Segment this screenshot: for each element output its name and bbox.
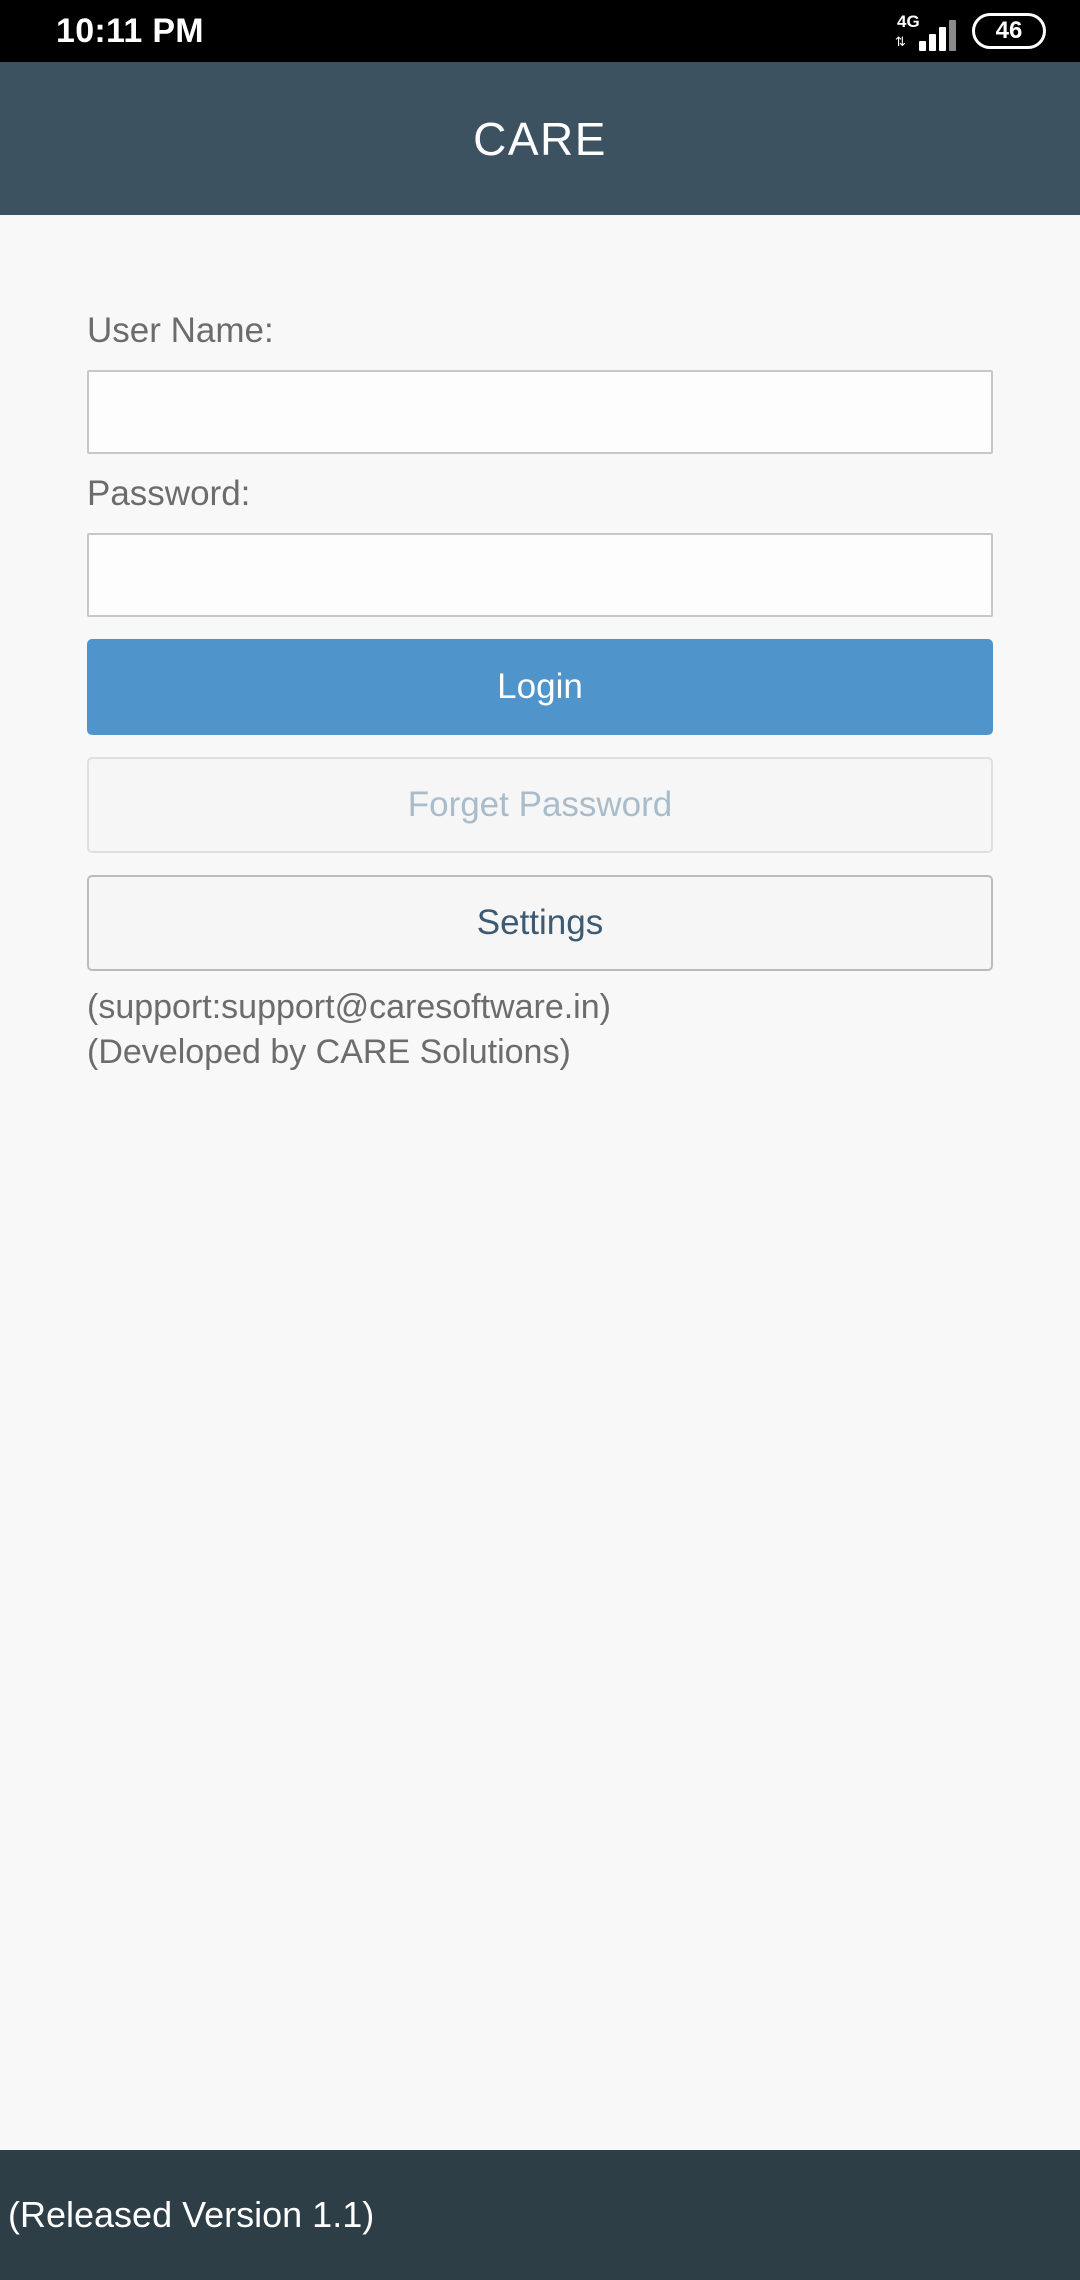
username-input[interactable] <box>87 370 993 454</box>
support-email-text: (support:support@caresoftware.in) <box>87 988 611 1026</box>
status-bar: 10:11 PM 4G ⇅ 46 <box>0 0 1080 62</box>
data-transfer-arrows-icon: ⇅ <box>895 34 906 49</box>
status-bar-clock: 10:11 PM <box>56 11 204 50</box>
battery-icon: 46 <box>972 13 1046 49</box>
login-button[interactable]: Login <box>87 639 993 735</box>
network-type-label: 4G <box>897 12 920 31</box>
login-form-container: User Name: Password: Login Forget Passwo… <box>0 215 1080 2150</box>
footer-bar: (Released Version 1.1) <box>0 2150 1080 2280</box>
forget-password-button[interactable]: Forget Password <box>87 757 993 853</box>
developer-credit-text: (Developed by CARE Solutions) <box>87 1033 571 1072</box>
signal-bar-3 <box>939 27 946 51</box>
signal-bar-2 <box>929 34 936 51</box>
signal-bars-icon <box>919 17 956 51</box>
battery-percent-label: 46 <box>995 17 1023 44</box>
app-title: CARE <box>473 112 607 165</box>
signal-bar-1 <box>919 41 926 51</box>
status-bar-indicators: 4G ⇅ 46 <box>895 11 1046 51</box>
cellular-signal-icon: 4G ⇅ <box>895 11 956 51</box>
version-label: (Released Version 1.1) <box>8 2194 375 2235</box>
settings-button[interactable]: Settings <box>87 875 993 971</box>
signal-bar-4 <box>949 20 956 51</box>
password-input[interactable] <box>87 533 993 617</box>
password-label: Password: <box>87 474 251 513</box>
username-label: User Name: <box>87 311 274 350</box>
app-bar: CARE <box>0 62 1080 215</box>
